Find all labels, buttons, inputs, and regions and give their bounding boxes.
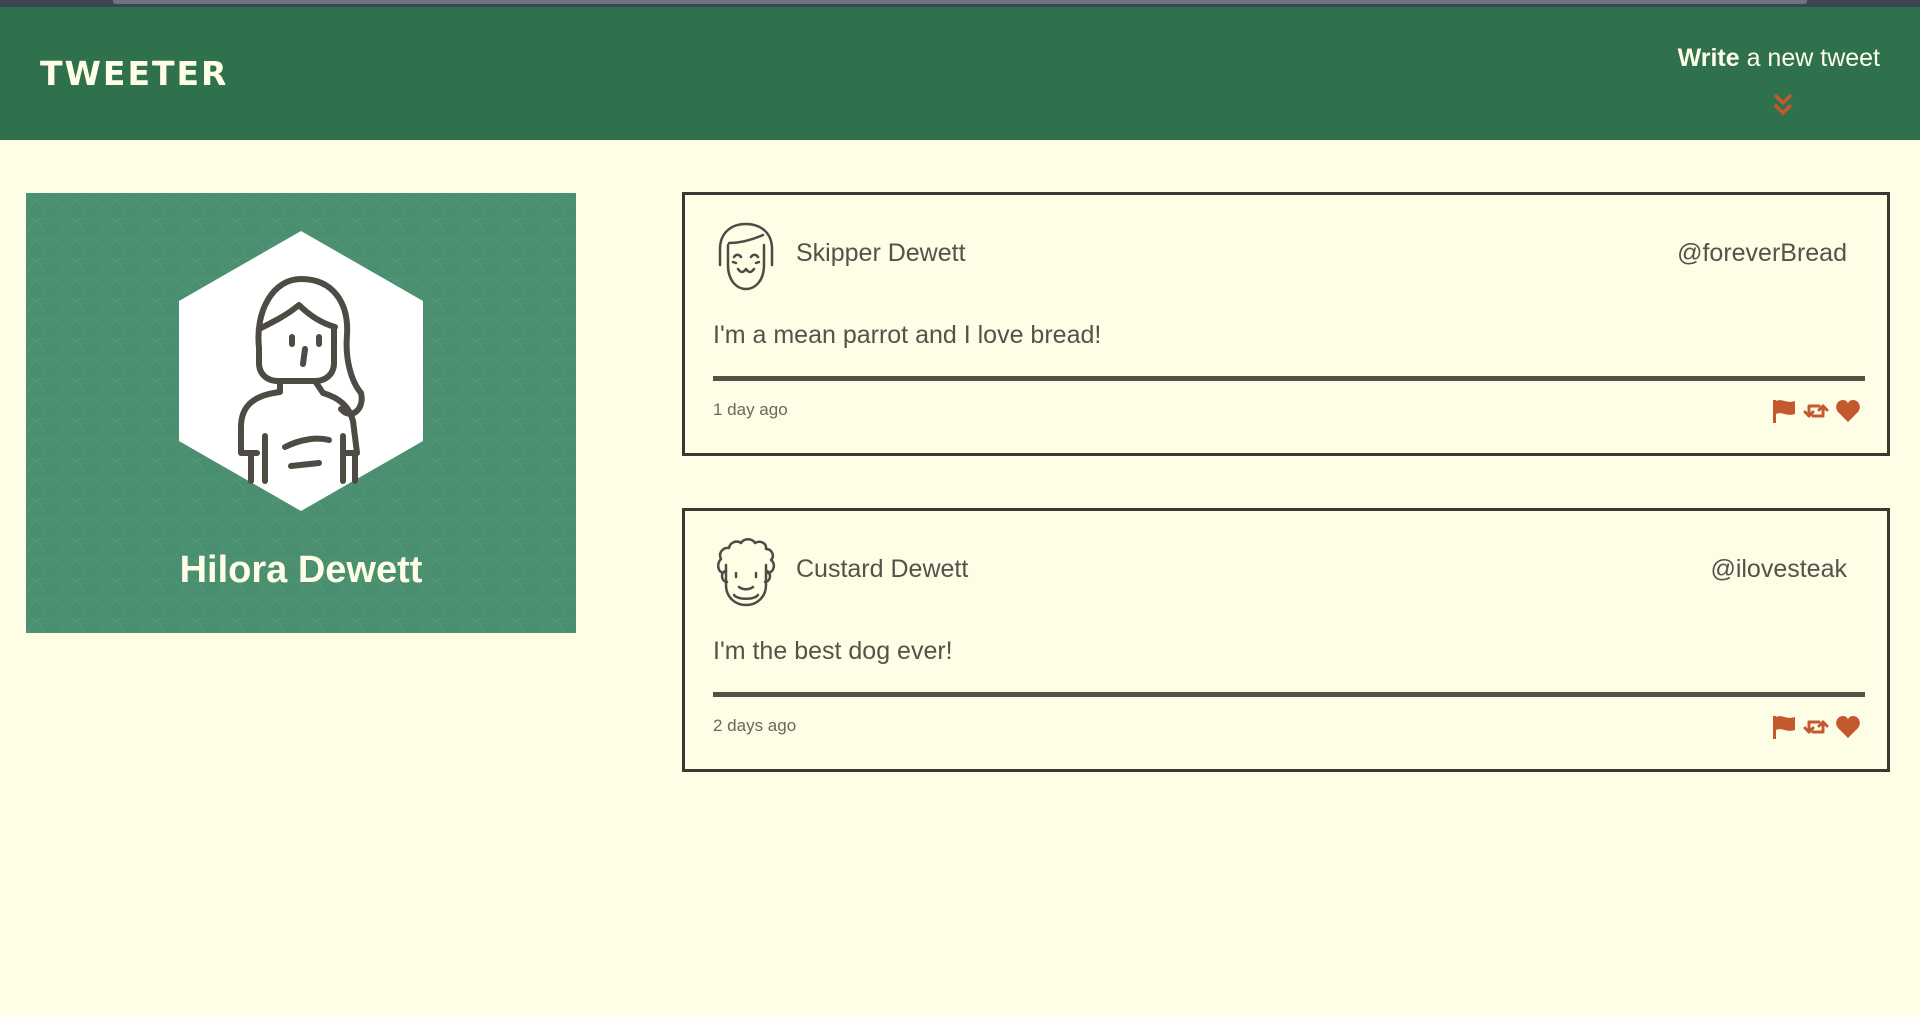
retweet-icon[interactable] (1803, 714, 1829, 740)
tweet-actions (1771, 398, 1861, 424)
profile-name: Hilora Dewett (179, 549, 423, 591)
write-new-tweet-button[interactable]: Write a new tweet (1640, 44, 1880, 73)
brand-logo[interactable]: TWEETER (40, 54, 228, 93)
user-avatar (718, 222, 774, 291)
heart-icon[interactable] (1835, 398, 1861, 424)
profile-avatar (179, 231, 423, 511)
tweet-divider (713, 692, 1865, 697)
tweet-author: Custard Dewett (796, 555, 969, 583)
tweet-author: Skipper Dewett (796, 239, 966, 267)
tweet-actions (1771, 714, 1861, 740)
tweet-divider (713, 376, 1865, 381)
browser-tab-bar (113, 0, 1807, 4)
tweet-timestamp: 1 day ago (713, 400, 788, 419)
navbar: TWEETER Write a new tweet (0, 7, 1920, 140)
tweet-handle[interactable]: @ilovesteak (1710, 555, 1847, 584)
tweet-card: Skipper Dewett @foreverBread I'm a mean … (682, 192, 1890, 456)
profile-card: Hilora Dewett (26, 193, 576, 633)
tweet-content: I'm the best dog ever! (713, 637, 953, 665)
user-avatar (717, 538, 776, 607)
browser-top-strip (0, 0, 1920, 7)
tweet-timestamp: 2 days ago (713, 716, 797, 735)
compose-label-rest: a new tweet (1739, 44, 1880, 72)
flag-icon[interactable] (1771, 398, 1797, 424)
tweet-handle[interactable]: @foreverBread (1677, 239, 1847, 268)
compose-label-bold: Write (1677, 44, 1740, 72)
flag-icon[interactable] (1771, 714, 1797, 740)
double-chevron-down-icon[interactable] (1772, 91, 1794, 119)
tweet-card: Custard Dewett @ilovesteak I'm the best … (682, 508, 1890, 772)
heart-icon[interactable] (1835, 714, 1861, 740)
retweet-icon[interactable] (1803, 398, 1829, 424)
tweet-content: I'm a mean parrot and I love bread! (713, 321, 1102, 349)
